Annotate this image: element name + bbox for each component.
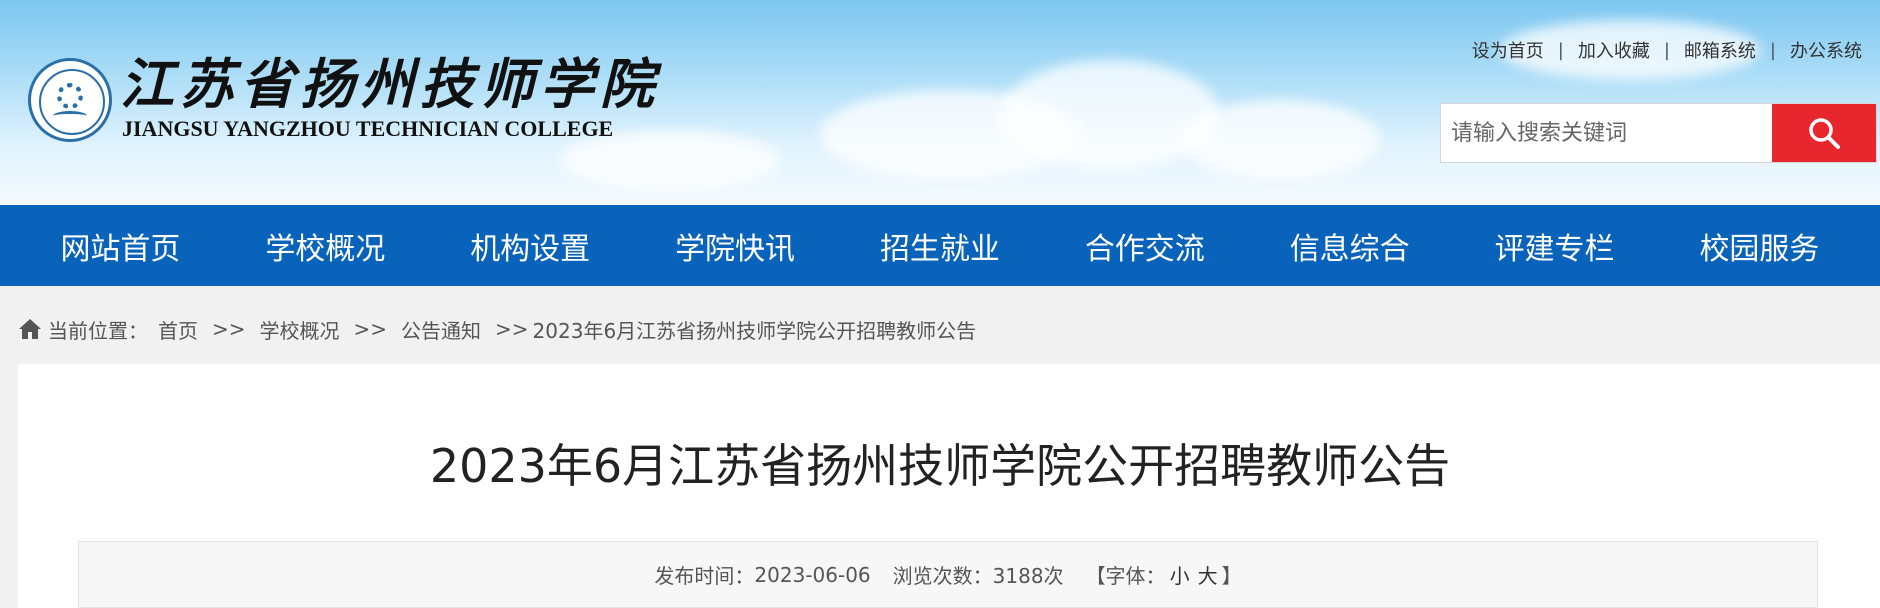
- search-icon: [1809, 118, 1840, 149]
- nav-item-home[interactable]: 网站首页: [60, 224, 180, 268]
- breadcrumb-about[interactable]: 学校概况: [260, 315, 340, 344]
- site-header: 江苏省扬州技师学院 JIANGSU YANGZHOU TECHNICIAN CO…: [0, 0, 1880, 205]
- home-icon: [18, 318, 42, 340]
- mail-system-link[interactable]: 邮箱系统: [1684, 37, 1756, 63]
- breadcrumb: 当前位置： 首页 >> 学校概况 >> 公告通知 >> 2023年6月江苏省扬州…: [18, 314, 976, 344]
- article-title: 2023年6月江苏省扬州技师学院公开招聘教师公告: [429, 439, 1451, 493]
- link-separator: |: [1663, 39, 1670, 61]
- office-system-link[interactable]: 办公系统: [1790, 37, 1862, 63]
- college-name-cn[interactable]: 江苏省扬州技师学院: [120, 52, 654, 116]
- views-count: 3188次: [992, 564, 1064, 588]
- college-name-en[interactable]: JIANGSU YANGZHOU TECHNICIAN COLLEGE: [122, 116, 613, 142]
- font-size-label: 【字体：: [1085, 564, 1166, 588]
- publish-date: 2023-06-06: [754, 562, 871, 587]
- nav-item-info[interactable]: 信息综合: [1290, 224, 1410, 268]
- breadcrumb-separator: >>: [212, 317, 246, 341]
- breadcrumb-current: 2023年6月江苏省扬州技师学院公开招聘教师公告: [532, 318, 977, 343]
- search-bar: [1440, 103, 1877, 163]
- search-button[interactable]: [1772, 104, 1876, 162]
- font-size-label-close: 】: [1221, 564, 1242, 588]
- top-links: 设为首页 | 加入收藏 | 邮箱系统 | 办公系统: [1472, 37, 1862, 63]
- breadcrumb-home[interactable]: 首页: [158, 315, 198, 344]
- nav-item-cooperation[interactable]: 合作交流: [1085, 224, 1205, 268]
- college-logo-emblem[interactable]: [28, 58, 112, 142]
- set-homepage-link[interactable]: 设为首页: [1472, 37, 1544, 63]
- article-meta: 发布时间： 2023-06-06 浏览次数： 3188次 【字体： 小 大 】: [78, 541, 1818, 608]
- nav-item-news[interactable]: 学院快讯: [675, 224, 795, 268]
- link-separator: |: [1769, 39, 1776, 61]
- nav-item-campus-services[interactable]: 校园服务: [1699, 224, 1819, 268]
- font-small-button[interactable]: 小: [1170, 560, 1190, 589]
- nav-item-admissions[interactable]: 招生就业: [880, 224, 1000, 268]
- publish-label: 发布时间：: [654, 564, 755, 588]
- breadcrumb-prefix: 当前位置：: [48, 318, 148, 343]
- book-icon: [53, 111, 87, 121]
- breadcrumb-notices[interactable]: 公告通知: [401, 315, 481, 344]
- nav-item-evaluation[interactable]: 评建专栏: [1495, 224, 1615, 268]
- add-favorite-link[interactable]: 加入收藏: [1578, 37, 1650, 63]
- breadcrumb-separator: >>: [353, 317, 388, 341]
- nav-item-departments[interactable]: 机构设置: [470, 224, 590, 268]
- font-large-button[interactable]: 大: [1198, 560, 1218, 589]
- gear-icon: [57, 83, 83, 109]
- breadcrumb-separator: >>: [495, 317, 529, 341]
- cloud-decoration: [1180, 100, 1380, 180]
- views-label: 浏览次数：: [892, 564, 993, 588]
- main-nav: 网站首页 学校概况 机构设置 学院快讯 招生就业 合作交流 信息综合 评建专栏 …: [0, 205, 1880, 286]
- nav-item-about[interactable]: 学校概况: [265, 224, 385, 268]
- link-separator: |: [1557, 39, 1564, 61]
- search-input[interactable]: [1441, 104, 1772, 162]
